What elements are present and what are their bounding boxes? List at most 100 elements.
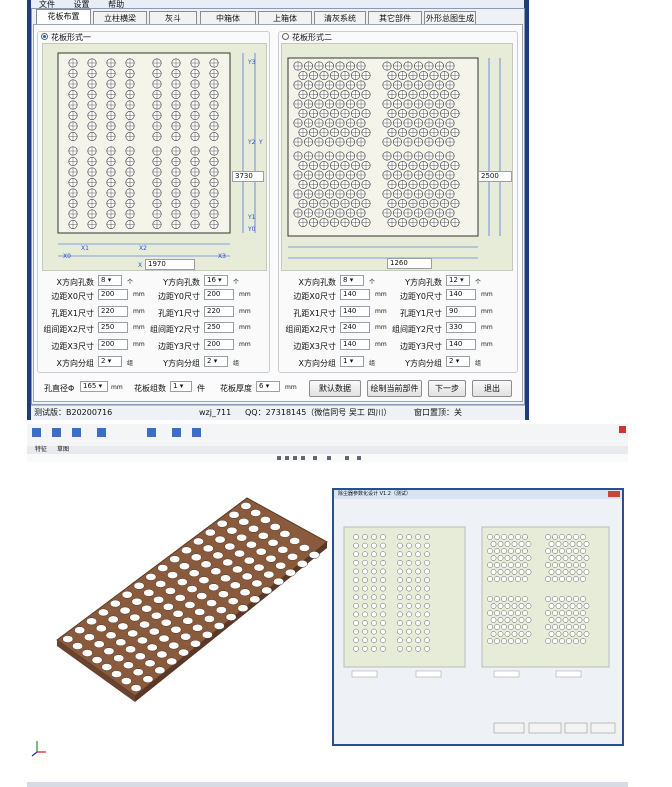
- plate-3d-hole: [287, 552, 299, 561]
- mini-hole: [406, 542, 412, 549]
- form2-right-unit-1: mm: [481, 291, 493, 298]
- mini-hole: [424, 594, 430, 600]
- mini-hole: [415, 611, 421, 618]
- mini-hole: [566, 638, 572, 644]
- form1-right-input-1[interactable]: 200: [204, 289, 234, 300]
- form1-left-input-3[interactable]: 250: [98, 322, 128, 333]
- tab-upper-box[interactable]: 上箱体: [258, 11, 312, 25]
- plate-3d-hole: [189, 639, 201, 648]
- form2-right-label-2: 孔距Y1尺寸: [400, 309, 442, 318]
- form2-right-input-5[interactable]: 2 ▾: [446, 356, 470, 367]
- form2-right-input-2[interactable]: 90: [446, 306, 476, 317]
- plate-groups-select[interactable]: 1 ▾: [170, 381, 192, 392]
- mini-hole: [515, 638, 521, 644]
- thickness-select[interactable]: 6 ▾: [256, 381, 280, 392]
- draw-part-button[interactable]: 绘制当前部件: [367, 380, 422, 397]
- mini-hole: [555, 617, 562, 623]
- form1-left-input-1[interactable]: 200: [98, 289, 128, 300]
- default-data-button[interactable]: 默认数据: [309, 380, 361, 397]
- dropdown-arrow-icon: ▾: [211, 357, 218, 365]
- plate-3d-hole: [192, 537, 204, 546]
- mini-hole: [525, 569, 532, 575]
- mini-hole: [559, 596, 565, 602]
- form1-radio[interactable]: [41, 33, 48, 40]
- mini-hole: [569, 569, 576, 575]
- plate-3d-hole: [204, 528, 216, 537]
- mini-hole: [371, 620, 377, 626]
- mini-hole: [559, 534, 565, 540]
- mini-hole: [566, 548, 572, 554]
- form1-left-input-4[interactable]: 200: [98, 339, 128, 350]
- form2-left-input-2[interactable]: 140: [340, 306, 370, 317]
- exit-button[interactable]: 退出: [472, 380, 512, 397]
- mini-hole: [415, 637, 421, 643]
- plate-3d-hole: [202, 544, 214, 553]
- mini-hole: [424, 542, 430, 549]
- form1-right-label-2: 孔距Y1尺寸: [158, 309, 200, 318]
- cad-tab-feature[interactable]: 特征: [35, 446, 47, 454]
- form2-left-input-0[interactable]: 8 ▾: [340, 275, 364, 286]
- form1-left-input-5[interactable]: 2 ▾: [98, 356, 122, 367]
- mini-hole: [559, 576, 565, 582]
- mini-hole: [362, 542, 368, 549]
- tab-hopper[interactable]: 灰斗: [149, 11, 197, 25]
- mini-hole: [508, 562, 514, 568]
- embedded-close-icon[interactable]: [608, 491, 620, 497]
- mini-hole: [518, 631, 525, 637]
- form2-right-input-1[interactable]: 140: [446, 289, 476, 300]
- field-value: 140: [343, 307, 357, 315]
- form2-right-input-3[interactable]: 330: [446, 322, 476, 333]
- mini-hole: [501, 534, 507, 540]
- form1-right-input-0[interactable]: 16 ▾: [204, 275, 228, 286]
- form2-right-input-0[interactable]: 12 ▾: [446, 275, 470, 286]
- mini-hole: [573, 576, 579, 582]
- cad-tab-sketch[interactable]: 草图: [57, 446, 69, 454]
- form1-left-input-2[interactable]: 220: [98, 306, 128, 317]
- tab-other-parts[interactable]: 其它部件: [368, 11, 422, 25]
- form2-left-input-1[interactable]: 140: [340, 289, 370, 300]
- form2-right-input-4[interactable]: 140: [446, 339, 476, 350]
- form2-radio[interactable]: [282, 33, 289, 40]
- mini-hole: [504, 541, 511, 547]
- plate-3d-hole: [95, 624, 107, 633]
- mini-hole: [397, 594, 403, 600]
- form2-left-input-3[interactable]: 240: [340, 322, 370, 333]
- form1-right-input-2[interactable]: 220: [204, 306, 234, 317]
- mini-hole: [562, 603, 569, 609]
- mini-hole: [494, 576, 500, 582]
- mini-hole: [487, 624, 493, 630]
- plate-top-face: [56, 497, 328, 697]
- hole-dia-select[interactable]: 165 ▾: [80, 381, 108, 392]
- plate-3d-hole: [107, 615, 119, 624]
- tab-columns-beams[interactable]: 立柱横梁: [93, 11, 147, 25]
- mini-hole: [569, 617, 576, 623]
- form1-right-input-5[interactable]: 2 ▾: [204, 356, 228, 367]
- mini-hole: [497, 617, 504, 623]
- tab-general-drawing[interactable]: 外形总图生成: [424, 11, 476, 25]
- plate-3d-hole: [176, 578, 188, 586]
- mini-hole: [580, 576, 586, 582]
- mini-hole: [573, 638, 579, 644]
- mini-hole: [576, 631, 583, 637]
- next-step-button[interactable]: 下一步: [428, 380, 466, 397]
- form2-left-input-5[interactable]: 1 ▾: [340, 356, 364, 367]
- mini-hole: [353, 560, 359, 566]
- form2-left-unit-3: mm: [375, 324, 387, 331]
- tab-cleaning-system[interactable]: 清灰系统: [314, 11, 366, 25]
- form1-right-input-4[interactable]: 200: [204, 339, 234, 350]
- form2-left-input-4[interactable]: 140: [340, 339, 370, 350]
- mini-hole: [573, 610, 579, 616]
- form1-left-input-0[interactable]: 8 ▾: [98, 275, 122, 286]
- tab-middle-box[interactable]: 中箱体: [200, 11, 256, 25]
- mini-hole: [497, 631, 504, 637]
- mini-hole: [487, 576, 493, 582]
- status-topmost[interactable]: 窗口置顶：关: [414, 406, 462, 420]
- thickness-value: 6: [259, 382, 264, 390]
- field-value: 250: [101, 323, 115, 331]
- form1-right-input-3[interactable]: 250: [204, 322, 234, 333]
- plate-groups-label: 花板组数: [134, 384, 166, 393]
- mini-hole: [497, 569, 504, 575]
- mini-hole: [490, 541, 497, 547]
- tab-plate-layout[interactable]: 花板布置: [36, 9, 91, 25]
- mini-hole: [487, 638, 493, 644]
